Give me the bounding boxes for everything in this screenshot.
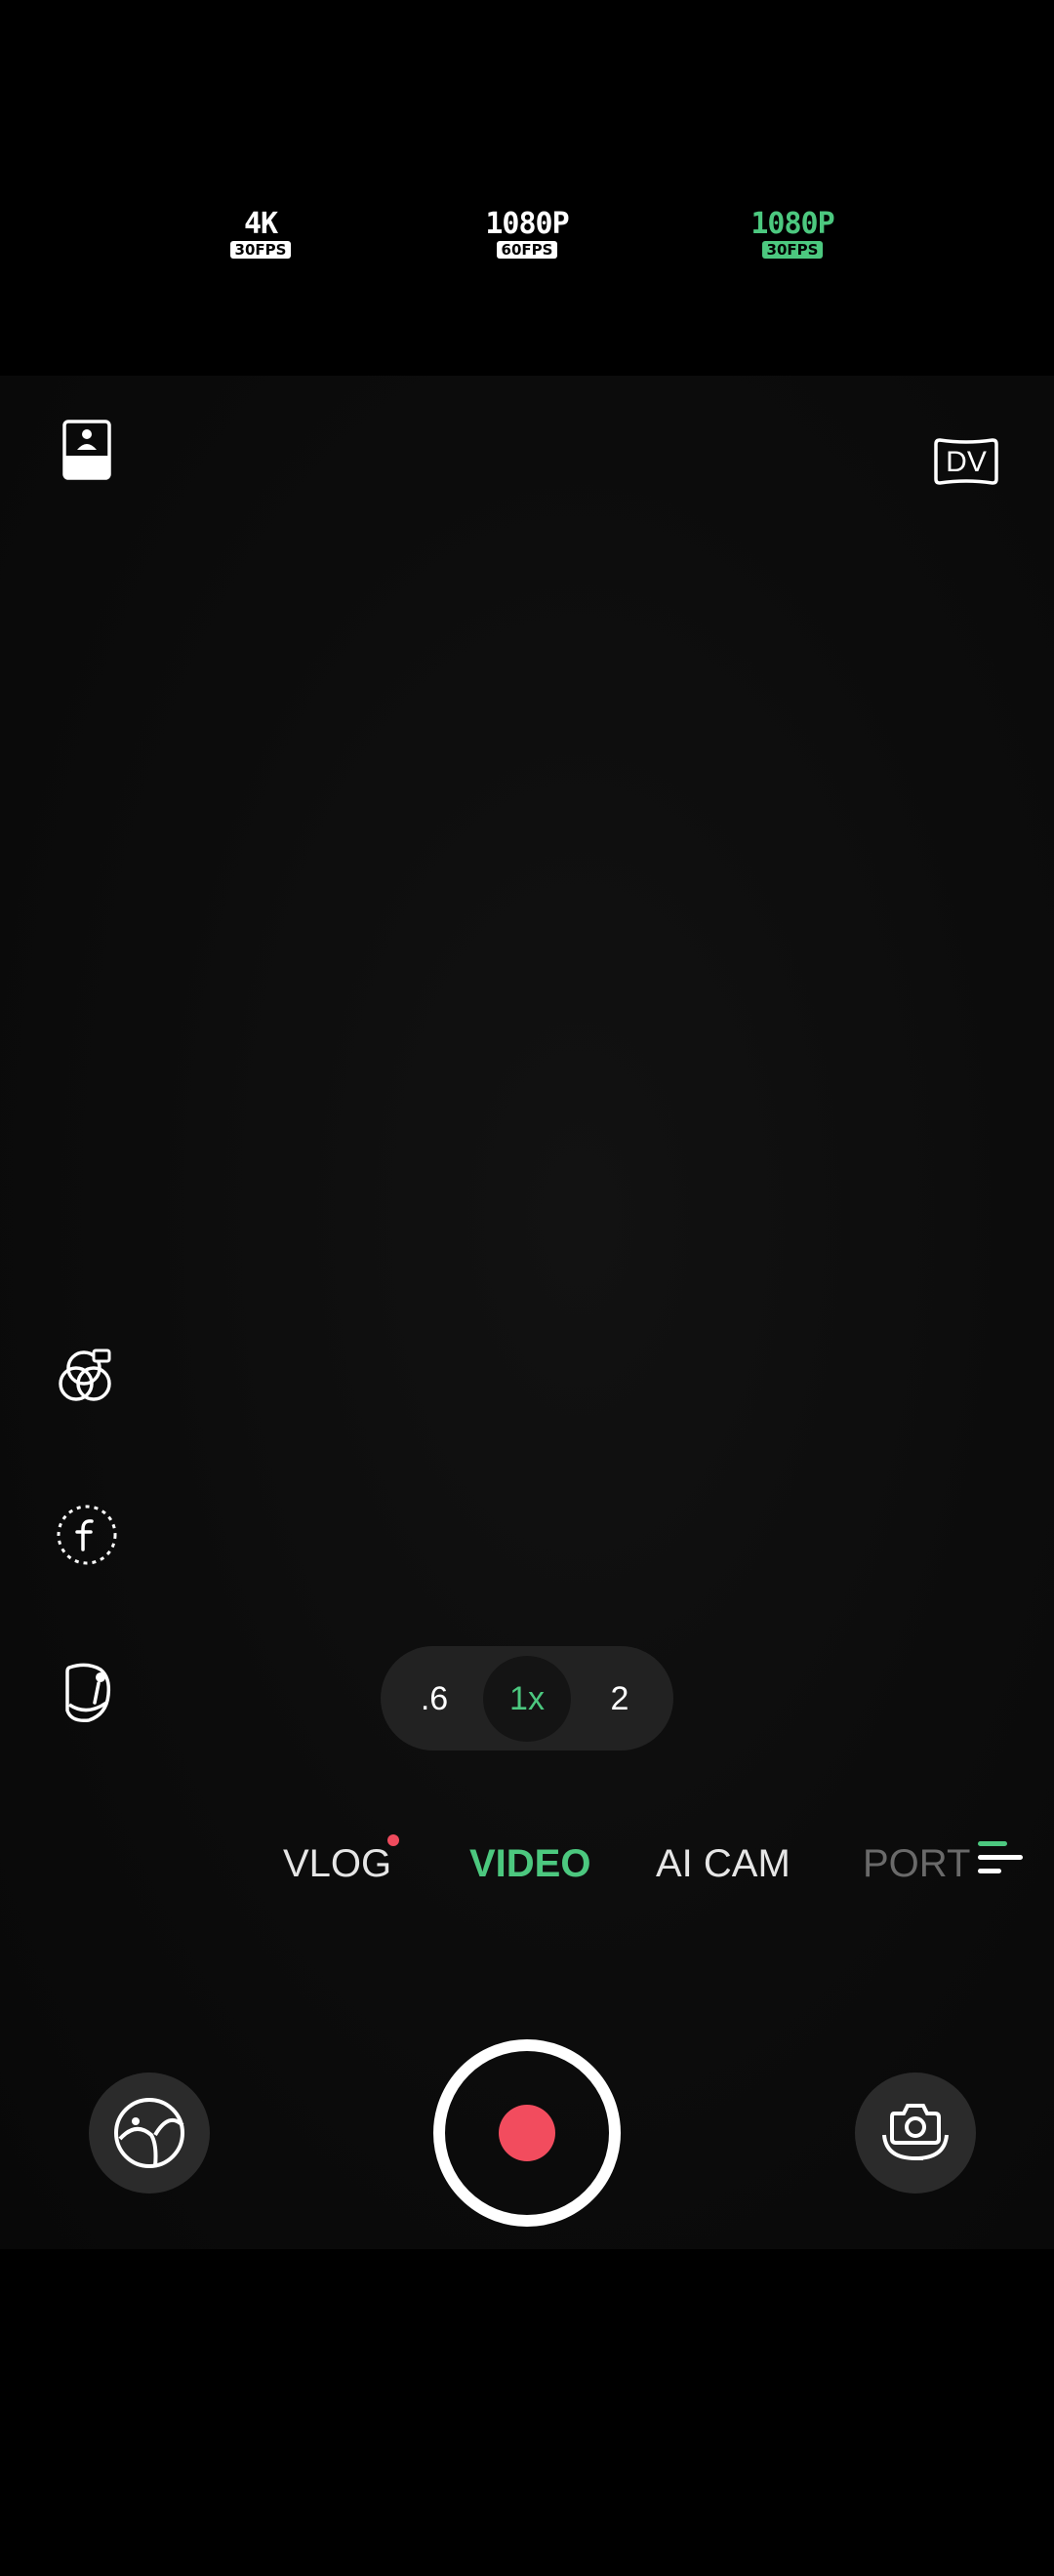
filter-button[interactable] (55, 1345, 119, 1407)
resolution-4k-30fps[interactable]: 4K 30FPS (202, 210, 319, 268)
resolution-fps: 30FPS (229, 241, 292, 259)
flash-auto-icon (57, 1505, 117, 1565)
portrait-frame-icon (62, 420, 111, 480)
more-modes-button[interactable] (972, 1837, 1027, 1888)
record-button[interactable] (433, 2039, 621, 2227)
menu-line-icon (978, 1869, 1001, 1873)
resolution-fps: 30FPS (761, 241, 824, 259)
gallery-icon (114, 2098, 184, 2168)
menu-line-icon (978, 1855, 1023, 1860)
gallery-button[interactable] (89, 2073, 210, 2194)
resolution-1080p-60fps[interactable]: 1080P 60FPS (468, 210, 586, 268)
mode-portrait[interactable]: PORT (863, 1834, 970, 1893)
switch-camera-button[interactable] (855, 2073, 976, 2194)
zoom-2x-button[interactable]: 2 (576, 1656, 664, 1742)
face-mic-button[interactable] (57, 1659, 117, 1725)
resolution-label: 1080P (750, 207, 834, 241)
mode-ai-cam[interactable]: AI CAM (656, 1834, 790, 1893)
record-icon (499, 2105, 555, 2161)
resolution-1080p-30fps[interactable]: 1080P 30FPS (734, 210, 851, 268)
viewfinder[interactable] (0, 376, 1054, 2249)
resolution-label: 4K (243, 207, 278, 241)
switch-camera-icon (882, 2104, 949, 2160)
camera-screen: 4K 30FPS 1080P 60FPS 1080P 30FPS DV .6 1… (0, 0, 1054, 2576)
face-mic-icon (65, 1663, 111, 1723)
flash-button[interactable] (55, 1503, 119, 1567)
resolution-bar: 4K 30FPS 1080P 60FPS 1080P 30FPS (0, 0, 1054, 376)
mode-vlog[interactable]: VLOG (283, 1834, 391, 1893)
menu-line-icon (978, 1841, 1007, 1846)
mode-video[interactable]: VIDEO (469, 1834, 590, 1893)
filter-icon (59, 1348, 111, 1401)
dv-button[interactable]: DV (932, 435, 1000, 490)
zoom-0.6x-button[interactable]: .6 (390, 1656, 478, 1742)
resolution-label: 1080P (485, 207, 569, 241)
dv-label: DV (946, 446, 987, 478)
resolution-fps: 60FPS (496, 241, 558, 259)
zoom-1x-button[interactable]: 1x (483, 1656, 571, 1742)
zoom-control: .6 1x 2 (381, 1646, 673, 1751)
portrait-frame-button[interactable] (57, 418, 117, 482)
new-badge (387, 1834, 399, 1846)
